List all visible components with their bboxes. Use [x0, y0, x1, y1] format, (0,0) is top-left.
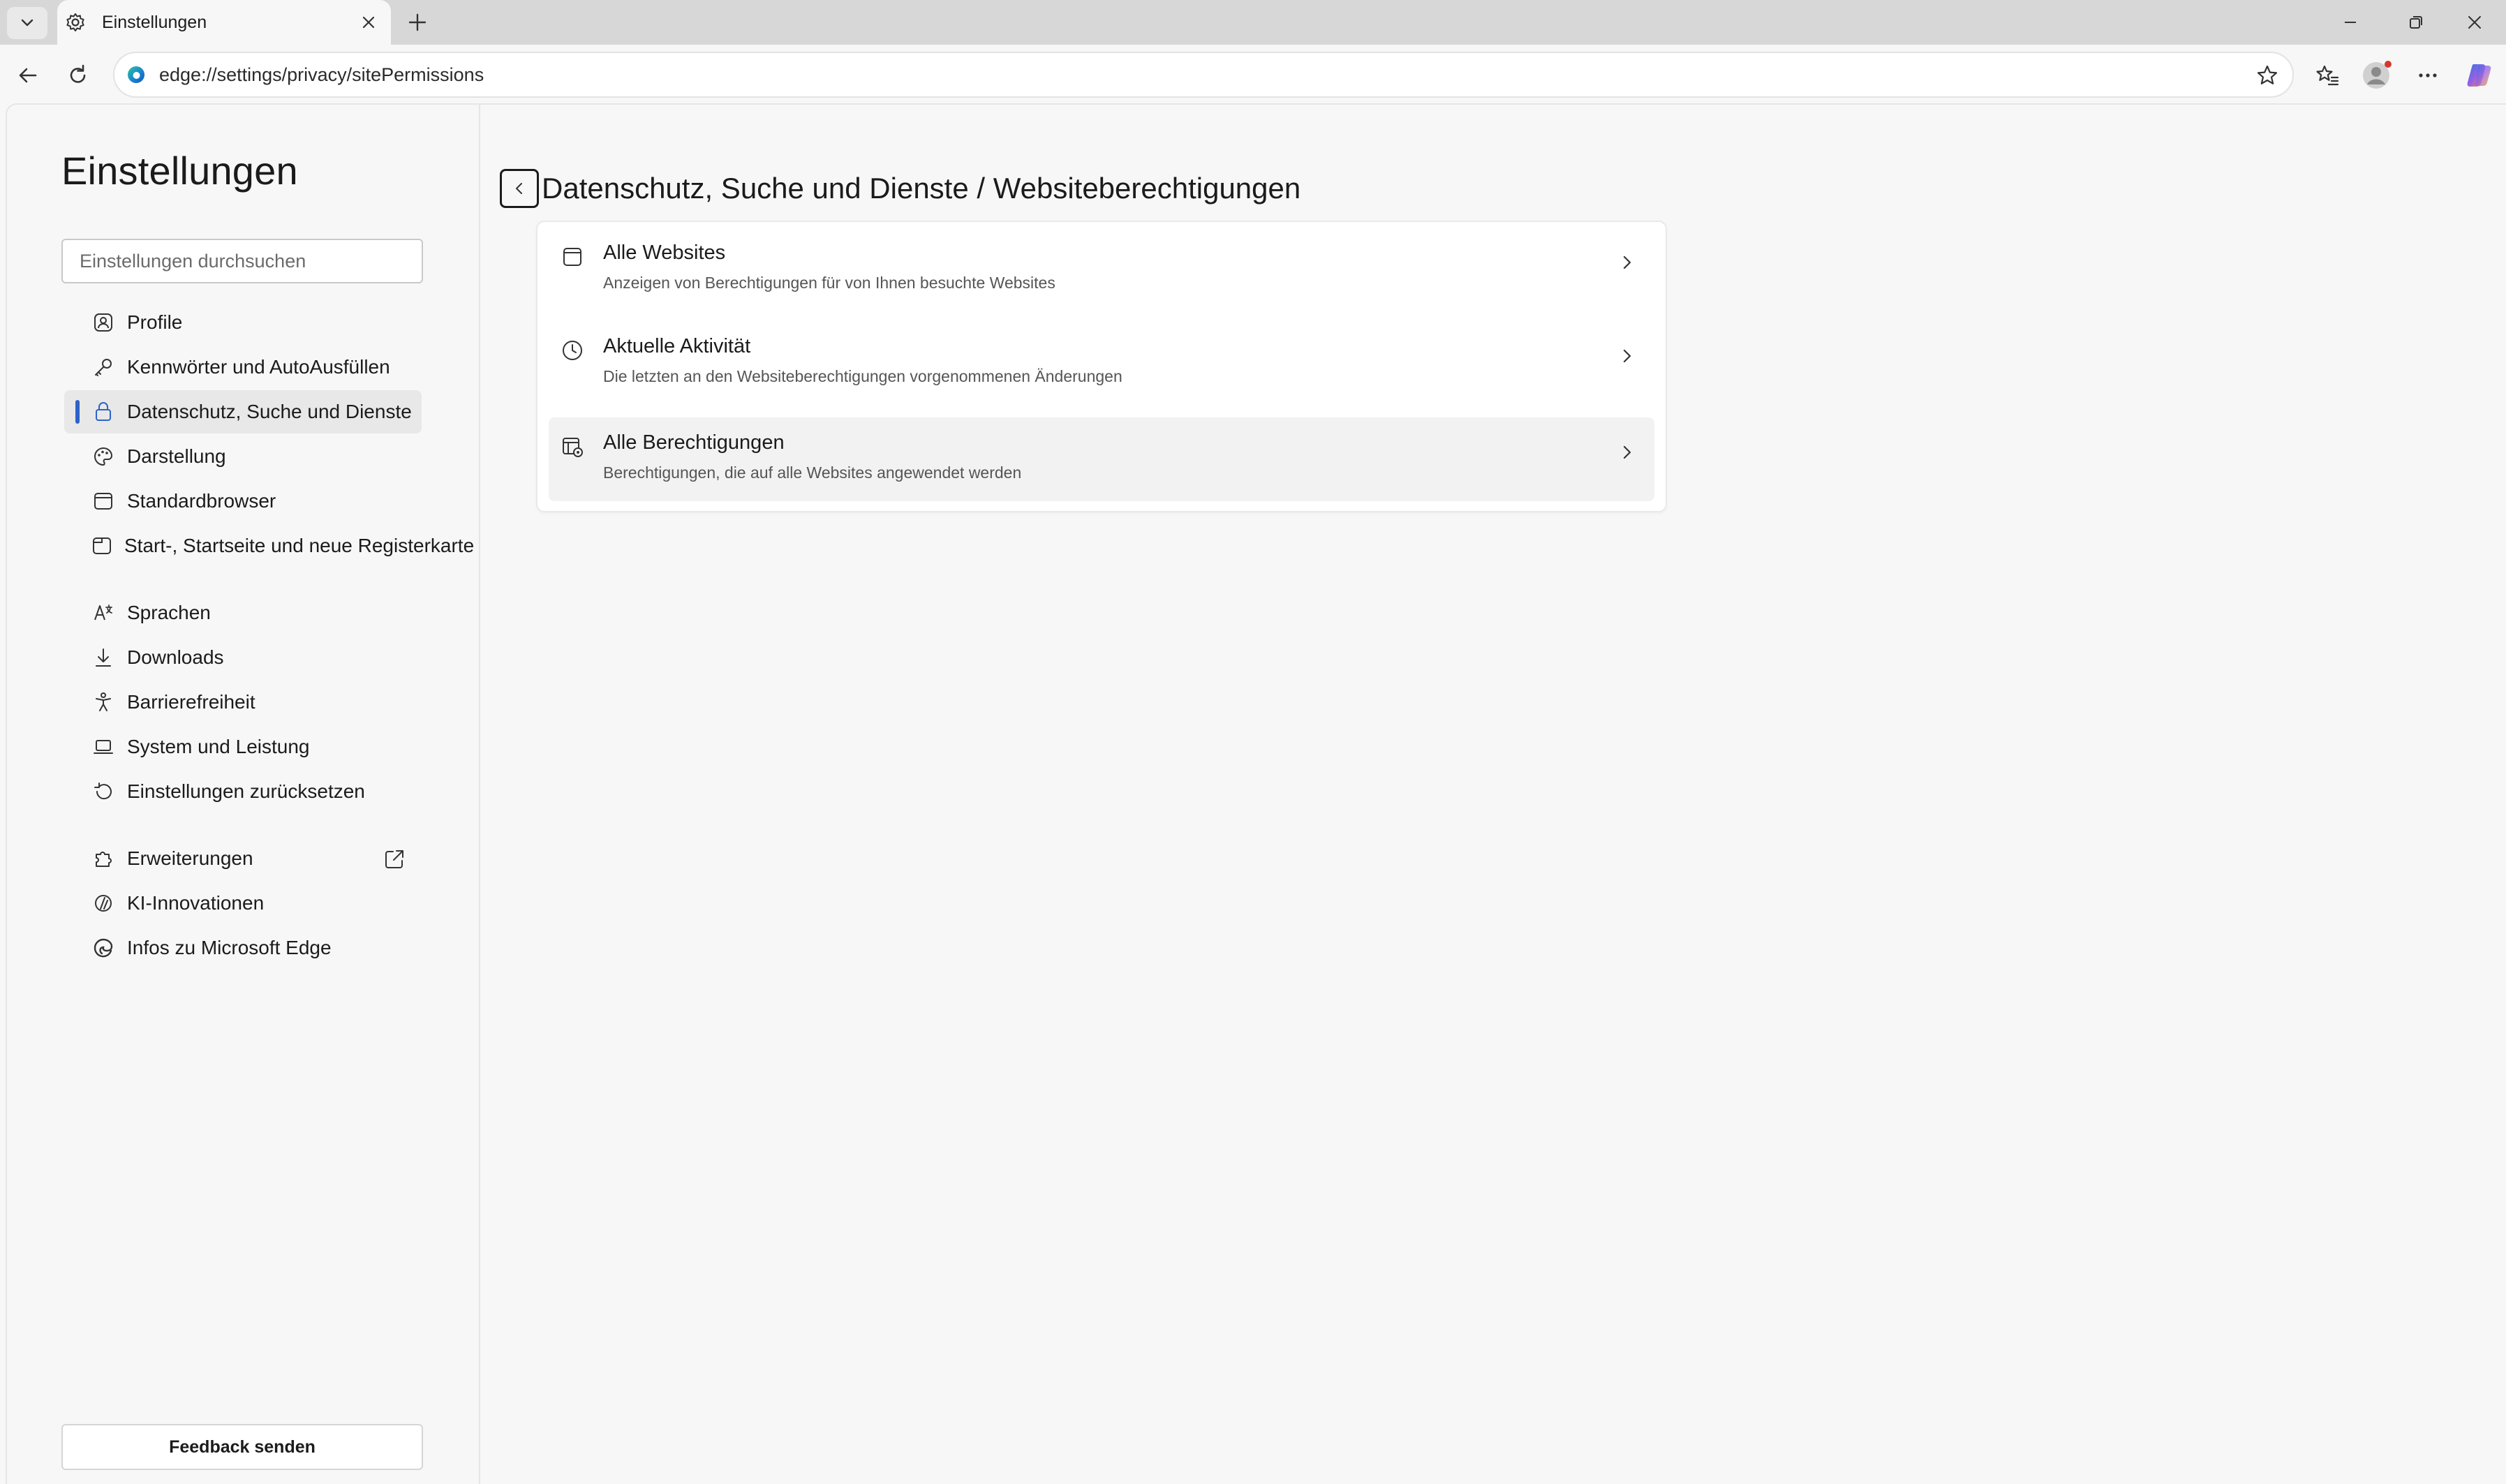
new-tab-button[interactable]: [403, 8, 431, 36]
sidebar-item-label: Standardbrowser: [127, 490, 276, 512]
sidebar-item-label: Erweiterungen: [127, 847, 253, 869]
edge-logo-icon: [126, 64, 147, 85]
url-text[interactable]: edge://settings/privacy/sitePermissions: [159, 52, 484, 98]
row-recent-activity[interactable]: Aktuelle Aktivität Die letzten an den We…: [549, 321, 1654, 405]
external-link-icon: [383, 847, 406, 871]
sidebar-item-reset[interactable]: Einstellungen zurücksetzen: [64, 770, 422, 813]
profile-button[interactable]: [2359, 57, 2396, 94]
sidebar-item-ai-innovations[interactable]: KI-Innovationen: [64, 882, 422, 925]
download-icon: [91, 645, 116, 670]
sidebar-item-label: Sprachen: [127, 602, 211, 623]
sidebar-item-label: Einstellungen zurücksetzen: [127, 780, 365, 802]
back-nav-button[interactable]: [10, 57, 46, 94]
sidebar-item-profile[interactable]: Profile: [64, 301, 422, 344]
tab-close-button[interactable]: [357, 11, 380, 34]
plus-icon: [408, 13, 427, 31]
chevron-right-icon: [1612, 342, 1640, 370]
sidebar-item-label: Datenschutz, Suche und Dienste: [127, 401, 412, 422]
row-subtitle: Die letzten an den Websiteberechtigungen…: [603, 367, 1122, 385]
minimize-button[interactable]: [2319, 0, 2382, 45]
puzzle-icon: [91, 846, 116, 871]
restore-button[interactable]: [2385, 0, 2447, 45]
tab-title: Einstellungen: [102, 13, 207, 32]
star-icon: [2257, 65, 2278, 84]
sidebar-item-label: Start-, Startseite und neue Registerkart…: [124, 535, 475, 556]
avatar-icon: [2363, 61, 2392, 89]
sidebar-item-about-edge[interactable]: Infos zu Microsoft Edge: [64, 926, 422, 970]
sidebar-item-downloads[interactable]: Downloads: [64, 636, 422, 679]
reset-icon: [91, 779, 116, 804]
chevron-right-icon: [1612, 438, 1640, 466]
chevron-right-icon: [1612, 248, 1640, 276]
sidebar-item-privacy[interactable]: Datenschutz, Suche und Dienste: [64, 390, 422, 433]
row-title: Alle Berechtigungen: [603, 431, 785, 454]
more-menu-button[interactable]: [2410, 57, 2446, 94]
row-subtitle: Anzeigen von Berechtigungen für von Ihne…: [603, 274, 1055, 292]
home-tab-icon: [91, 533, 113, 558]
profile-icon: [91, 310, 116, 335]
refresh-icon: [70, 64, 86, 83]
sidebar-item-label: Profile: [127, 311, 183, 333]
close-icon: [362, 16, 375, 29]
palette-icon: [91, 444, 116, 469]
close-icon: [2468, 16, 2481, 29]
chevron-down-icon: [21, 19, 34, 27]
chevron-left-icon: [516, 183, 522, 194]
settings-title: Einstellungen: [61, 149, 298, 193]
language-icon: [91, 600, 116, 625]
window-close-button[interactable]: [2443, 0, 2506, 45]
page-title: Datenschutz, Suche und Dienste / Website…: [542, 172, 1301, 205]
edge-logo-icon: [91, 935, 116, 960]
key-icon: [91, 355, 116, 380]
sidebar-item-label: Darstellung: [127, 445, 226, 467]
settings-search-input[interactable]: [61, 239, 423, 283]
sidebar-divider: [479, 105, 480, 1484]
sidebar-item-languages[interactable]: Sprachen: [64, 591, 422, 635]
tab-actions-button[interactable]: [7, 7, 47, 39]
sidebar-item-label: Downloads: [127, 646, 224, 668]
sidebar-item-start-home[interactable]: Start-, Startseite und neue Registerkart…: [64, 524, 474, 567]
row-title: Alle Websites: [603, 242, 726, 264]
row-all-websites[interactable]: Alle Websites Anzeigen von Berechtigunge…: [549, 228, 1654, 311]
more-horizontal-icon: [2419, 73, 2437, 77]
favorites-icon: [2316, 65, 2339, 86]
favorites-button[interactable]: [2309, 57, 2345, 94]
gear-icon: [64, 11, 87, 34]
row-title: Aktuelle Aktivität: [603, 335, 751, 357]
row-subtitle: Berechtigungen, die auf alle Websites an…: [603, 463, 1022, 482]
accessibility-icon: [91, 690, 116, 715]
sidebar-item-label: System und Leistung: [127, 736, 310, 757]
browser-icon: [91, 489, 116, 514]
restore-icon: [2410, 16, 2422, 29]
sidebar-item-label: Kennwörter und AutoAusfüllen: [127, 356, 390, 378]
feedback-button[interactable]: Feedback senden: [61, 1424, 423, 1470]
sidebar-item-default-browser[interactable]: Standardbrowser: [64, 480, 422, 523]
sidebar-item-extensions[interactable]: Erweiterungen: [64, 837, 422, 880]
site-page-icon: [558, 243, 586, 271]
sidebar-item-label: Barrierefreiheit: [127, 691, 255, 713]
copilot-button[interactable]: [2461, 57, 2498, 94]
arrow-left-icon: [19, 68, 37, 83]
laptop-icon: [91, 734, 116, 759]
clock-icon: [558, 336, 586, 364]
sidebar-item-system[interactable]: System und Leistung: [64, 725, 422, 769]
refresh-button[interactable]: [60, 57, 96, 94]
permissions-icon: [558, 433, 586, 461]
copilot-icon: [2467, 64, 2491, 87]
sidebar-item-passwords[interactable]: Kennwörter und AutoAusfüllen: [64, 346, 422, 389]
sidebar-item-appearance[interactable]: Darstellung: [64, 435, 422, 478]
lock-icon: [91, 399, 116, 424]
sidebar-item-label: KI-Innovationen: [127, 892, 265, 914]
ai-icon: [91, 891, 116, 916]
minimize-icon: [2345, 22, 2356, 23]
sidebar-item-accessibility[interactable]: Barrierefreiheit: [64, 681, 422, 724]
sidebar-item-label: Infos zu Microsoft Edge: [127, 937, 332, 958]
back-button[interactable]: [500, 169, 539, 208]
row-all-permissions[interactable]: Alle Berechtigungen Berechtigungen, die …: [549, 417, 1654, 501]
add-favorite-button[interactable]: [2252, 60, 2283, 91]
